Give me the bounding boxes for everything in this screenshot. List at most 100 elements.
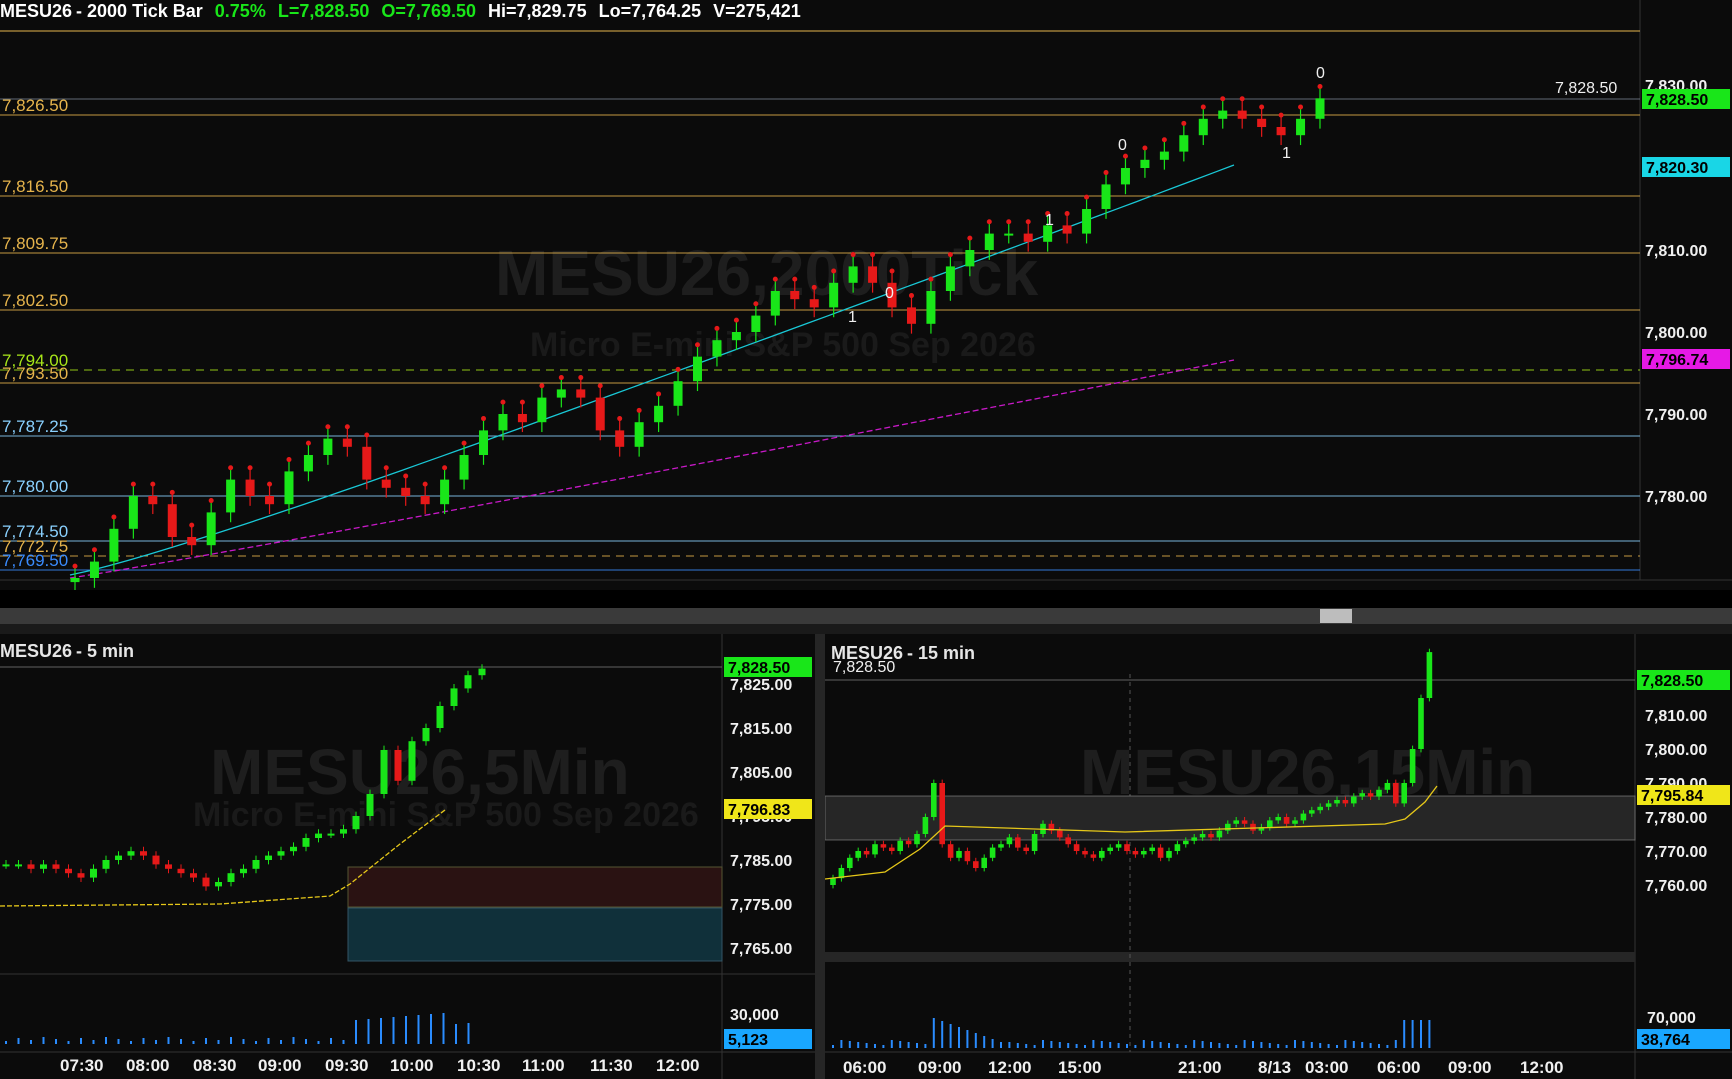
time-axis-label: 12:00: [1520, 1058, 1563, 1077]
candle-body: [731, 332, 741, 341]
time-axis-label: 08:00: [126, 1056, 169, 1075]
range-zone: [825, 795, 1636, 841]
tick-chart-pane[interactable]: MESU26,2000Tick Micro E-mini S&P 500 Sep …: [0, 0, 1732, 590]
tick-chart-scroll-thumb[interactable]: [1320, 609, 1352, 623]
five-min-chart-header: MESU26- 5 min: [0, 640, 146, 662]
price-axis-label: 7,810.00: [1645, 243, 1707, 260]
candle-body: [1393, 783, 1399, 804]
demand-zone: [347, 907, 723, 962]
candle-body: [464, 675, 472, 689]
candle-body: [847, 857, 853, 868]
candle-body: [1124, 844, 1130, 851]
symbol-label: MESU26: [0, 1, 73, 21]
candle-body: [1191, 837, 1197, 841]
price-axis-label: 7,780.00: [1645, 810, 1707, 827]
candle-body: [89, 561, 99, 578]
time-axis-label: 09:00: [918, 1058, 961, 1077]
candle-body: [868, 266, 878, 283]
candle-body: [15, 864, 22, 867]
candle-body: [848, 266, 858, 283]
candle-body: [450, 688, 458, 706]
high-dot: [344, 424, 350, 430]
candle-body: [1141, 851, 1147, 855]
high-dot: [714, 325, 720, 331]
watermark-title: MESU26,2000Tick: [495, 237, 1039, 309]
candle-body: [634, 422, 644, 447]
candle-body: [1157, 847, 1164, 858]
price-tag: 7,828.50: [1641, 673, 1703, 690]
candle-body: [284, 471, 294, 505]
candle-body: [897, 840, 903, 851]
candle-body: [109, 528, 119, 562]
candle-body: [240, 868, 247, 874]
level-label: 7,787.25: [2, 417, 68, 436]
candle-body: [115, 855, 122, 860]
price-axis-label: 7,800.00: [1645, 742, 1707, 759]
candle-body: [215, 882, 222, 887]
candle-body: [905, 840, 912, 845]
candle-body: [498, 414, 508, 431]
price-axis-label: 7,825.00: [730, 677, 792, 694]
high-dot: [267, 481, 273, 487]
candle-body: [327, 833, 335, 836]
symbol-label: MESU26: [0, 641, 73, 661]
candle-body: [265, 496, 275, 505]
high-dot: [72, 563, 78, 569]
fifteen-min-chart-header: MESU26- 15 min: [831, 642, 987, 664]
time-axis-label: 06:00: [843, 1058, 886, 1077]
time-axis-label: 11:30: [590, 1056, 633, 1075]
candle-body: [1334, 800, 1340, 804]
candle-body: [1057, 830, 1063, 838]
high-dot: [247, 465, 253, 471]
candle-body: [1062, 225, 1072, 234]
high-dot: [189, 522, 195, 528]
candle-body: [1342, 800, 1349, 804]
candle-body: [1426, 652, 1433, 698]
time-axis-label: 21:00: [1178, 1058, 1221, 1077]
tick-chart-header: MESU26- 2000 Tick Bar 0.75% L=7,828.50 O=7,…: [0, 0, 813, 22]
fifteen-min-chart-svg[interactable]: 7,828.50MESU26,15MinMicro E-mini S&P 500…: [825, 634, 1732, 1079]
fifteen-min-chart-pane[interactable]: 7,828.50MESU26,15MinMicro E-mini S&P 500…: [825, 634, 1732, 1079]
candle-body: [187, 537, 197, 546]
level-label: 7,793.50: [2, 364, 68, 383]
candle-body: [576, 389, 586, 398]
candle-body: [440, 479, 450, 505]
level-label: 7,809.75: [2, 234, 68, 253]
candle-body: [362, 446, 372, 480]
price-axis-label: 7,805.00: [730, 765, 792, 782]
high-dot: [228, 465, 234, 471]
last-price-text: 7,828.50: [1555, 80, 1617, 97]
five-min-chart-pane[interactable]: MESU26,5Min Micro E-mini S&P 500 Sep 2026…: [0, 634, 815, 1079]
price-axis-label: 7,815.00: [730, 721, 792, 738]
candle-body: [1073, 844, 1080, 851]
tick-chart-svg[interactable]: MESU26,2000TickMicro E-mini S&P 500 Sep …: [0, 0, 1732, 590]
high-dot: [481, 416, 487, 422]
candle-body: [459, 455, 469, 480]
high-dot: [889, 268, 895, 274]
candle-body: [1004, 233, 1014, 236]
candle-body: [1409, 749, 1416, 783]
level-label: 7,816.50: [2, 177, 68, 196]
vertical-divider[interactable]: [815, 634, 825, 1079]
candle-body: [1257, 118, 1267, 127]
volume-axis-label: 70,000: [1647, 1010, 1696, 1027]
symbol-label: MESU26: [831, 643, 904, 663]
candle-body: [1225, 823, 1231, 831]
candle-body: [1233, 820, 1239, 824]
candle-body: [323, 438, 333, 455]
candle-body: [770, 291, 780, 316]
candle-body: [40, 864, 47, 869]
high-dot: [442, 465, 448, 471]
candle-body: [1401, 783, 1407, 804]
high-dot: [753, 301, 759, 307]
candle-body: [1317, 806, 1323, 811]
tick-chart-scrollbar[interactable]: [0, 608, 1732, 624]
candle-body: [227, 873, 235, 882]
change-label: 0.75%: [214, 1, 266, 21]
price-axis-label: 7,800.00: [1645, 325, 1707, 342]
pane-divider[interactable]: [0, 624, 1732, 634]
high-dot: [1161, 137, 1167, 143]
price-axis-label: 7,775.00: [730, 897, 792, 914]
five-min-chart-svg[interactable]: MESU26,5MinMicro E-mini S&P 500 Sep 2026…: [0, 634, 815, 1079]
high-dot: [1181, 120, 1187, 126]
